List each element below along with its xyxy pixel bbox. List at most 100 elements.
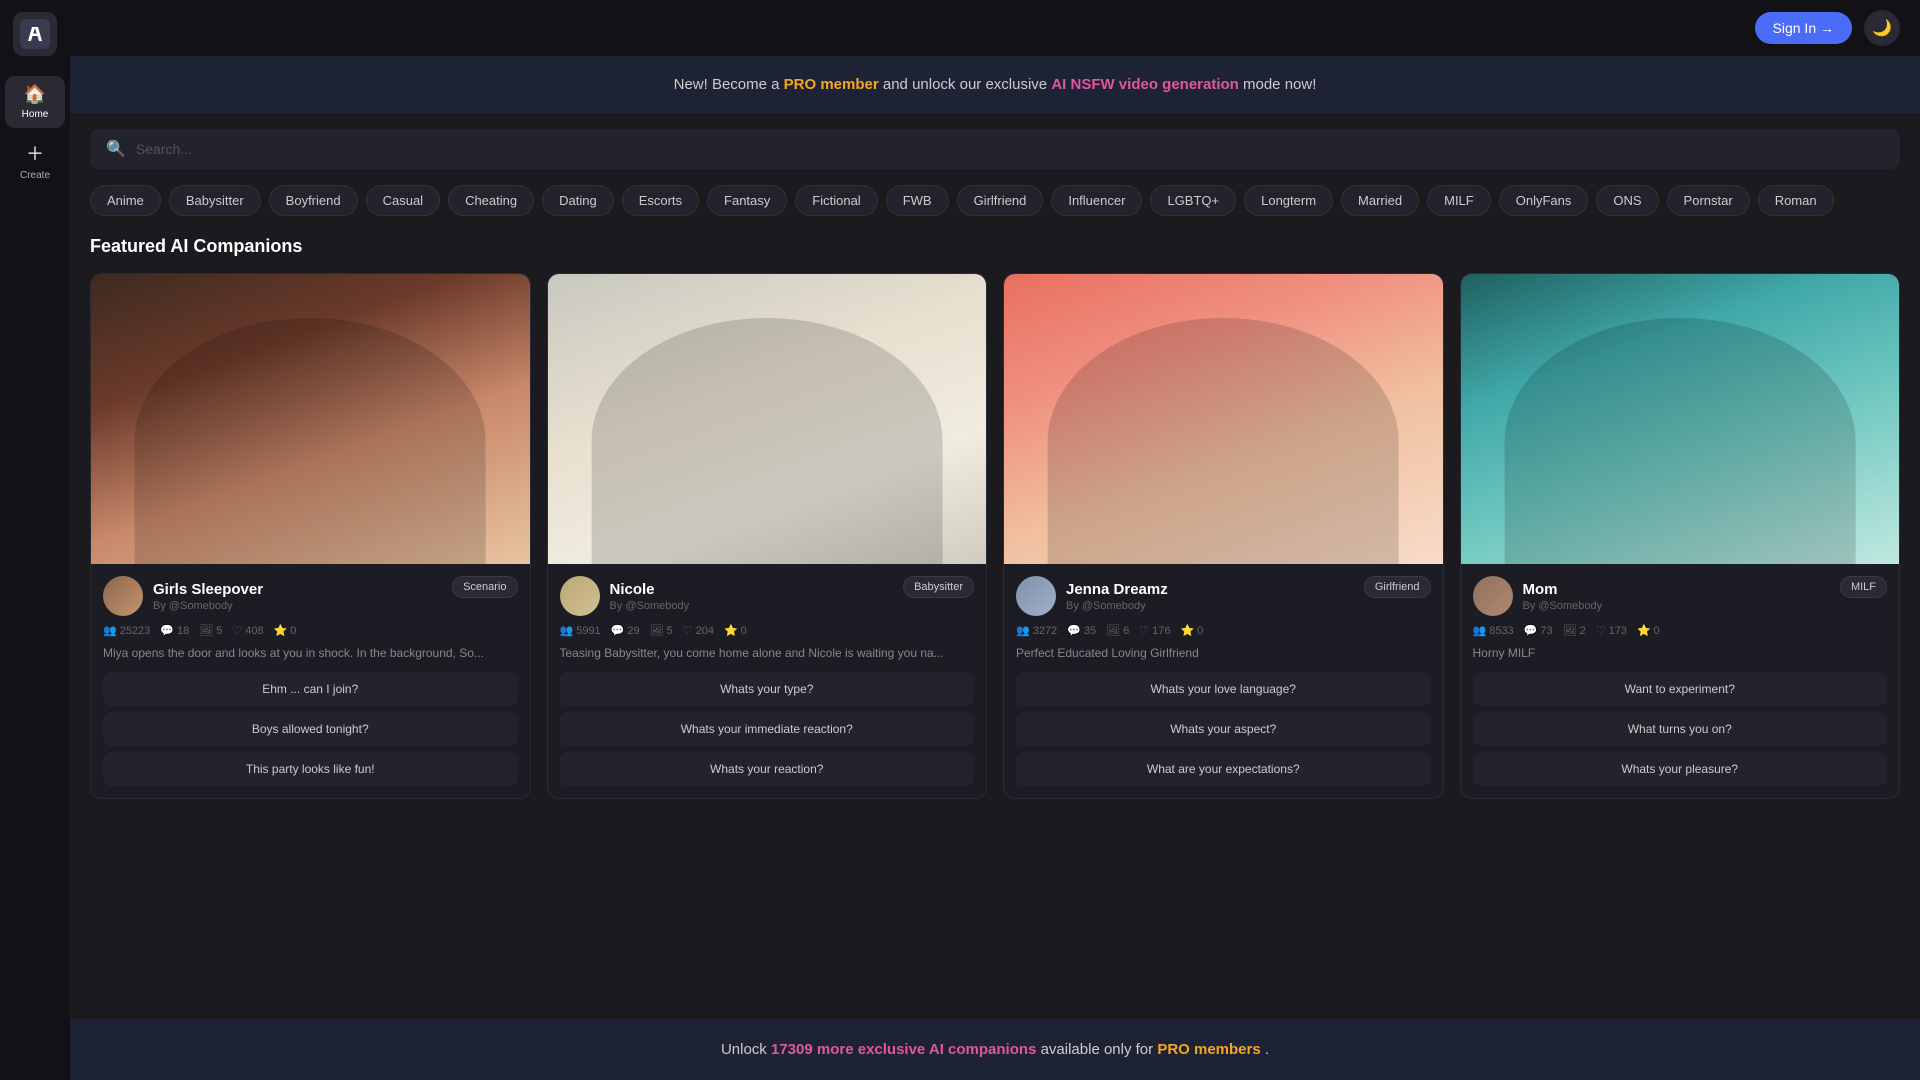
card-action-2-2[interactable]: What are your expectations? bbox=[1016, 752, 1431, 786]
category-lgbtq[interactable]: LGBTQ+ bbox=[1150, 185, 1236, 216]
stat-chats-0: 💬 18 bbox=[160, 624, 189, 637]
card-avatar-name-1: Nicole By @Somebody bbox=[560, 576, 690, 616]
main-content: Sign In → 🌙 New! Become a PRO member and… bbox=[70, 0, 1920, 1080]
category-casual[interactable]: Casual bbox=[366, 185, 440, 216]
sidebar-item-home[interactable]: 🏠 Home bbox=[5, 76, 65, 128]
companions-grid: Girls Sleepover By @Somebody Scenario 👥 … bbox=[90, 273, 1900, 799]
banner-pro-member: PRO member bbox=[784, 76, 879, 93]
companion-card-3[interactable]: Mom By @Somebody MILF 👥 8533 💬 73 🖼 2 ♡ … bbox=[1460, 273, 1901, 799]
card-image-0 bbox=[91, 274, 530, 564]
stat-likes-2: ♡ 176 bbox=[1139, 624, 1170, 637]
home-icon: 🏠 bbox=[24, 84, 46, 105]
card-desc-3: Horny MILF bbox=[1473, 645, 1888, 662]
card-name-3: Mom bbox=[1523, 581, 1603, 598]
create-icon: ＋ bbox=[26, 140, 44, 166]
card-body-1: Nicole By @Somebody Babysitter 👥 5991 💬 … bbox=[548, 564, 987, 798]
card-action-1-1[interactable]: Whats your immediate reaction? bbox=[560, 712, 975, 746]
category-fantasy[interactable]: Fantasy bbox=[707, 185, 787, 216]
category-pornstar[interactable]: Pornstar bbox=[1667, 185, 1750, 216]
card-image-2 bbox=[1004, 274, 1443, 564]
card-action-3-1[interactable]: What turns you on? bbox=[1473, 712, 1888, 746]
card-action-0-2[interactable]: This party looks like fun! bbox=[103, 752, 518, 786]
category-roman[interactable]: Roman bbox=[1758, 185, 1834, 216]
card-by-2: By @Somebody bbox=[1066, 600, 1168, 612]
card-by-1: By @Somebody bbox=[610, 600, 690, 612]
category-married[interactable]: Married bbox=[1341, 185, 1419, 216]
card-action-0-1[interactable]: Boys allowed tonight? bbox=[103, 712, 518, 746]
category-influencer[interactable]: Influencer bbox=[1051, 185, 1142, 216]
banner-middle: and unlock our exclusive bbox=[883, 76, 1051, 93]
card-action-1-0[interactable]: Whats your type? bbox=[560, 672, 975, 706]
category-longterm[interactable]: Longterm bbox=[1244, 185, 1333, 216]
card-desc-1: Teasing Babysitter, you come home alone … bbox=[560, 645, 975, 662]
companion-card-1[interactable]: Nicole By @Somebody Babysitter 👥 5991 💬 … bbox=[547, 273, 988, 799]
category-cheating[interactable]: Cheating bbox=[448, 185, 534, 216]
dark-mode-button[interactable]: 🌙 bbox=[1864, 10, 1900, 46]
companion-card-2[interactable]: Jenna Dreamz By @Somebody Girlfriend 👥 3… bbox=[1003, 273, 1444, 799]
card-action-1-2[interactable]: Whats your reaction? bbox=[560, 752, 975, 786]
search-icon: 🔍 bbox=[106, 139, 126, 159]
bottom-prefix: Unlock bbox=[721, 1041, 771, 1058]
card-action-3-0[interactable]: Want to experiment? bbox=[1473, 672, 1888, 706]
category-girlfriend[interactable]: Girlfriend bbox=[957, 185, 1044, 216]
card-action-3-2[interactable]: Whats your pleasure? bbox=[1473, 752, 1888, 786]
card-avatar-name-0: Girls Sleepover By @Somebody bbox=[103, 576, 263, 616]
card-badge-3: MILF bbox=[1840, 576, 1887, 598]
category-dating[interactable]: Dating bbox=[542, 185, 614, 216]
card-body-0: Girls Sleepover By @Somebody Scenario 👥 … bbox=[91, 564, 530, 798]
avatar-0 bbox=[103, 576, 143, 616]
category-onlyfans[interactable]: OnlyFans bbox=[1499, 185, 1589, 216]
card-name-0: Girls Sleepover bbox=[153, 581, 263, 598]
search-bar: 🔍 bbox=[90, 129, 1900, 169]
card-header-0: Girls Sleepover By @Somebody Scenario bbox=[103, 576, 518, 616]
search-input[interactable] bbox=[136, 141, 1884, 157]
card-name-2: Jenna Dreamz bbox=[1066, 581, 1168, 598]
card-actions-3: Want to experiment? What turns you on? W… bbox=[1473, 672, 1888, 786]
card-header-1: Nicole By @Somebody Babysitter bbox=[560, 576, 975, 616]
card-by-3: By @Somebody bbox=[1523, 600, 1603, 612]
bottom-middle2: available only for bbox=[1041, 1041, 1158, 1058]
companion-card-0[interactable]: Girls Sleepover By @Somebody Scenario 👥 … bbox=[90, 273, 531, 799]
app-logo bbox=[13, 12, 57, 56]
bottom-count: 17309 bbox=[771, 1041, 813, 1058]
sidebar-item-create[interactable]: ＋ Create bbox=[5, 132, 65, 189]
card-header-3: Mom By @Somebody MILF bbox=[1473, 576, 1888, 616]
category-anime[interactable]: Anime bbox=[90, 185, 161, 216]
card-body-2: Jenna Dreamz By @Somebody Girlfriend 👥 3… bbox=[1004, 564, 1443, 798]
card-image-3 bbox=[1461, 274, 1900, 564]
card-actions-1: Whats your type? Whats your immediate re… bbox=[560, 672, 975, 786]
featured-title: Featured AI Companions bbox=[90, 236, 1900, 257]
header-bar: Sign In → 🌙 bbox=[70, 0, 1920, 56]
card-action-2-1[interactable]: Whats your aspect? bbox=[1016, 712, 1431, 746]
bottom-suffix: . bbox=[1265, 1041, 1269, 1058]
category-escorts[interactable]: Escorts bbox=[622, 185, 699, 216]
category-ons[interactable]: ONS bbox=[1596, 185, 1658, 216]
card-stats-3: 👥 8533 💬 73 🖼 2 ♡ 173 ⭐ 0 bbox=[1473, 624, 1888, 637]
card-image-1 bbox=[548, 274, 987, 564]
card-action-2-0[interactable]: Whats your love language? bbox=[1016, 672, 1431, 706]
category-boyfriend[interactable]: Boyfriend bbox=[269, 185, 358, 216]
card-avatar-name-2: Jenna Dreamz By @Somebody bbox=[1016, 576, 1168, 616]
card-badge-0: Scenario bbox=[452, 576, 517, 598]
avatar-1 bbox=[560, 576, 600, 616]
category-fictional[interactable]: Fictional bbox=[795, 185, 877, 216]
banner-prefix: New! Become a bbox=[674, 76, 784, 93]
stat-score-2: ⭐ 0 bbox=[1180, 624, 1203, 637]
stat-score-1: ⭐ 0 bbox=[724, 624, 747, 637]
category-milf[interactable]: MILF bbox=[1427, 185, 1491, 216]
stat-likes-3: ♡ 173 bbox=[1596, 624, 1627, 637]
sign-in-button[interactable]: Sign In → bbox=[1755, 12, 1852, 44]
card-action-0-0[interactable]: Ehm ... can I join? bbox=[103, 672, 518, 706]
stat-users-3: 👥 8533 bbox=[1473, 624, 1514, 637]
bottom-middle: more exclusive AI companions bbox=[817, 1041, 1037, 1058]
category-babysitter[interactable]: Babysitter bbox=[169, 185, 261, 216]
banner-suffix: mode now! bbox=[1243, 76, 1316, 93]
sidebar: 🏠 Home ＋ Create bbox=[0, 0, 70, 1080]
avatar-2 bbox=[1016, 576, 1056, 616]
category-fwb[interactable]: FWB bbox=[886, 185, 949, 216]
card-by-0: By @Somebody bbox=[153, 600, 263, 612]
stat-chats-3: 💬 73 bbox=[1524, 624, 1553, 637]
stat-images-1: 🖼 5 bbox=[650, 624, 673, 637]
card-desc-0: Miya opens the door and looks at you in … bbox=[103, 645, 518, 662]
card-actions-2: Whats your love language? Whats your asp… bbox=[1016, 672, 1431, 786]
